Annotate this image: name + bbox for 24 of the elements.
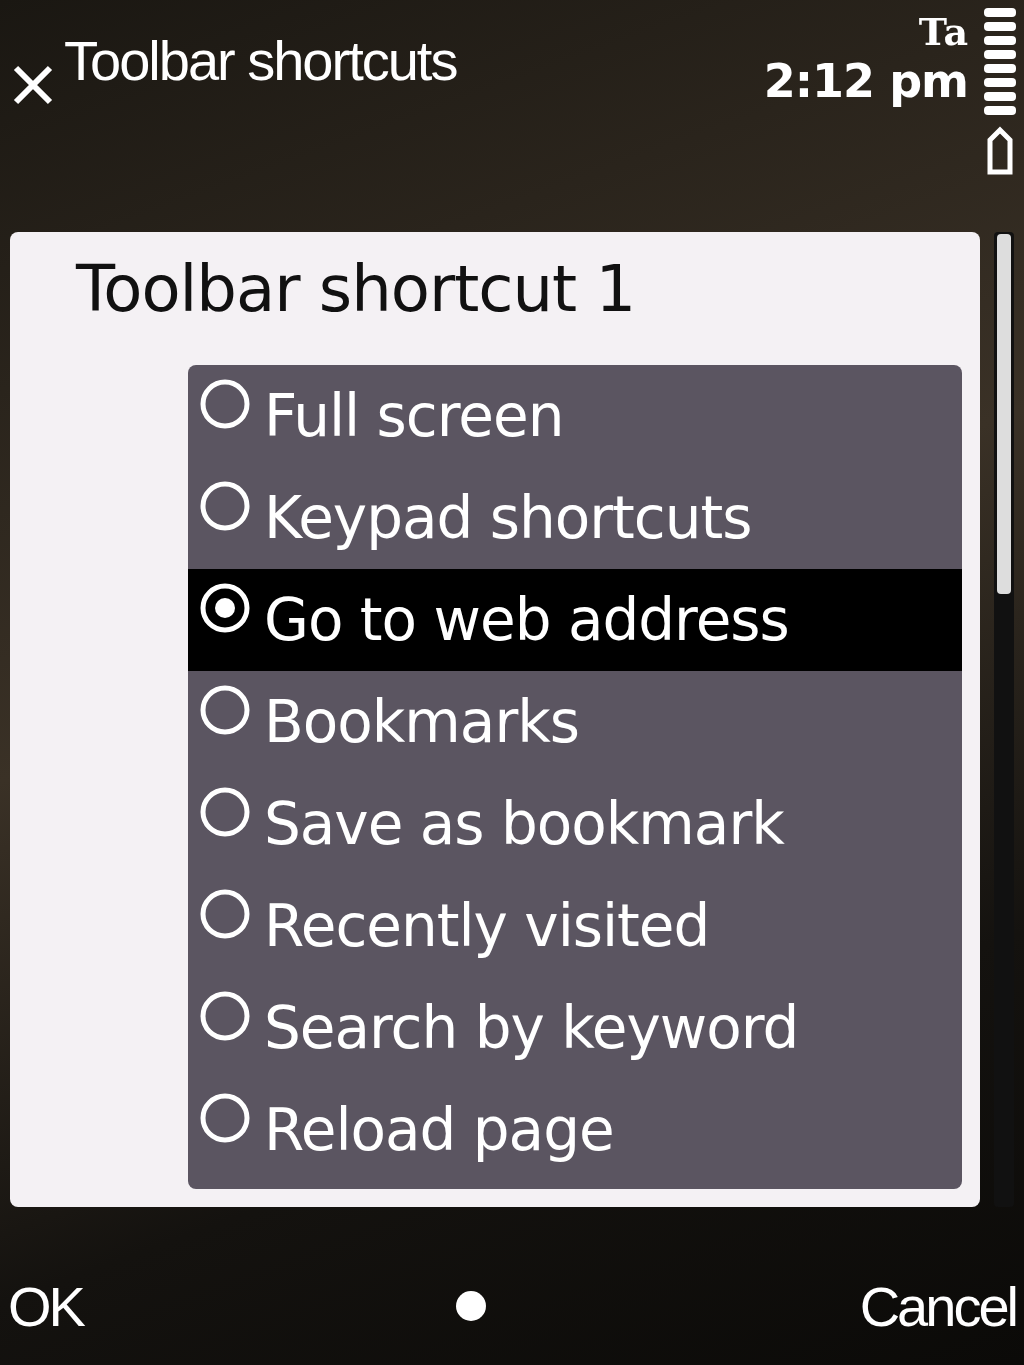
option-item[interactable]: Go to web address: [188, 569, 962, 671]
radio-button[interactable]: [198, 1091, 252, 1145]
radio-button[interactable]: [198, 479, 252, 533]
dialog-heading: Toolbar shortcut 1: [74, 252, 637, 328]
window-title: Toolbar shortcuts: [64, 28, 457, 93]
radio-button[interactable]: [198, 683, 252, 737]
option-item[interactable]: Bookmarks: [188, 671, 962, 773]
ok-softkey[interactable]: OK: [8, 1273, 83, 1339]
input-mode-indicator: Ta: [918, 10, 968, 54]
radio-button[interactable]: [198, 377, 252, 431]
option-item[interactable]: Reload page: [188, 1079, 962, 1181]
radio-button[interactable]: [198, 581, 252, 635]
radio-button[interactable]: [198, 785, 252, 839]
option-item[interactable]: Save as bookmark: [188, 773, 962, 875]
option-item[interactable]: Keypad shortcuts: [188, 467, 962, 569]
scroll-thumb[interactable]: [997, 234, 1011, 594]
center-key-dot[interactable]: [456, 1291, 487, 1321]
clock-time: 2:12 pm: [763, 54, 968, 108]
cancel-softkey[interactable]: Cancel: [859, 1273, 1016, 1339]
option-item[interactable]: Recently visited: [188, 875, 962, 977]
option-item[interactable]: Full screen: [188, 365, 962, 467]
radio-button[interactable]: [198, 887, 252, 941]
radio-button[interactable]: [198, 989, 252, 1043]
option-item[interactable]: Search by keyword: [188, 977, 962, 1079]
